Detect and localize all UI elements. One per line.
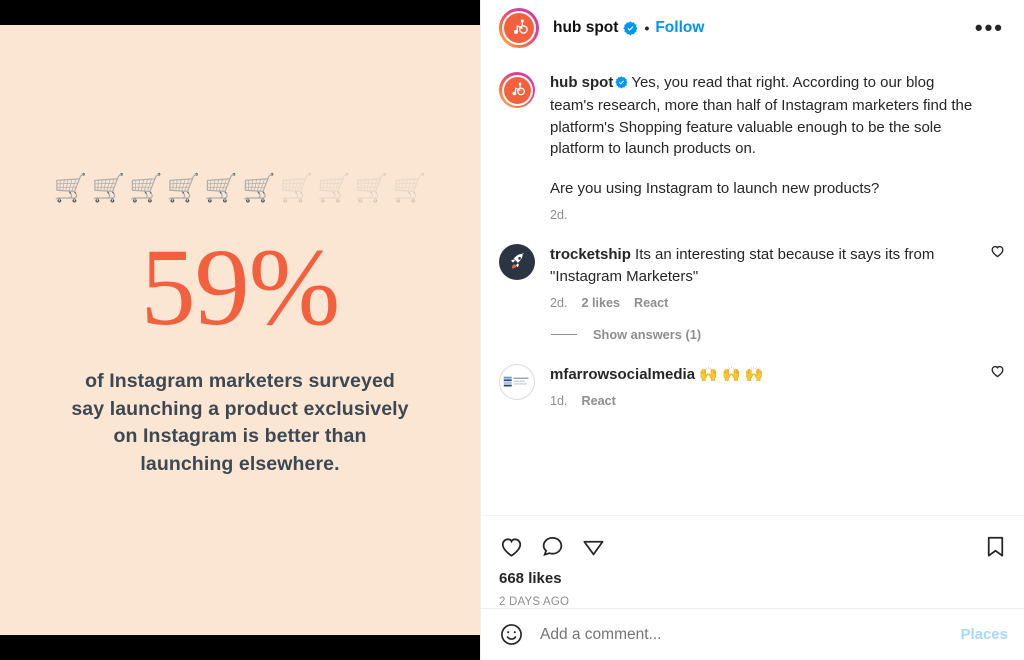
comment-body: 🙌 🙌 🙌: [699, 366, 764, 384]
caption-meta: 2d.: [550, 208, 974, 222]
shopping-cart-icon: 🛒: [53, 173, 88, 203]
post-caption: hub spot Yes, you read that right. Accor…: [499, 56, 1008, 222]
show-answers-label[interactable]: Show answers (1): [593, 327, 701, 342]
comment-username[interactable]: mfarrowsocialmedia: [550, 366, 695, 383]
share-icon[interactable]: [581, 534, 606, 559]
likes-count[interactable]: 668 likes: [499, 570, 1008, 587]
action-icon-row: [499, 526, 1008, 566]
caption-paragraph-1: Yes, you read that right. According to o…: [550, 74, 973, 157]
header-separator: •: [644, 20, 650, 36]
shopping-cart-icon-faded: 🛒: [317, 173, 351, 203]
comment-meta: 2d. 2 likes React: [550, 296, 974, 310]
comment-react-button[interactable]: React: [634, 296, 668, 310]
avatar[interactable]: [499, 72, 535, 108]
shopping-cart-icon-faded: 🛒: [279, 173, 314, 203]
caption-time: 2d.: [550, 208, 568, 223]
post-timestamp: 2 DAYS AGO: [499, 596, 570, 608]
comment-like-icon[interactable]: [989, 362, 1006, 384]
emoji-icon[interactable]: [499, 622, 524, 647]
comment-item: mfarrowsocialmedia 🙌 🙌 🙌 1d. React: [499, 342, 1008, 408]
comment-text: trocketship Its an interesting stat beca…: [550, 244, 974, 287]
save-icon[interactable]: [983, 534, 1008, 559]
follow-button[interactable]: Follow: [655, 19, 704, 37]
comment-meta: 1d. React: [550, 394, 974, 408]
post-image: 🛒 🛒 🛒 🛒 🛒 🛒 🛒 🛒 🛒 🛒 59% of Instagram mar…: [0, 25, 480, 635]
comment-text: mfarrowsocialmedia 🙌 🙌 🙌: [550, 364, 974, 385]
shopping-cart-icon: 🛒: [166, 173, 201, 203]
comment-time: 2d.: [550, 296, 568, 311]
shopping-cart-icon-faded: 🛒: [392, 173, 427, 203]
instagram-post: 🛒 🛒 🛒 🛒 🛒 🛒 🛒 🛒 🛒 🛒 59% of Instagram mar…: [0, 0, 1024, 660]
comment-composer[interactable]: Places: [481, 608, 1024, 660]
show-answers-button[interactable]: Show answers (1): [551, 327, 1008, 342]
comment-item: trocketship Its an interesting stat beca…: [499, 222, 1008, 310]
comment-input[interactable]: [538, 624, 961, 645]
more-options-icon[interactable]: •••: [975, 17, 1008, 39]
header-username-group[interactable]: hub spot: [553, 19, 638, 37]
places-button[interactable]: Places: [960, 626, 1008, 643]
comment-like-icon[interactable]: [989, 242, 1006, 264]
post-actions: 668 likes 2 DAYS AGO: [481, 515, 1024, 608]
caption-username[interactable]: hub spot: [550, 74, 613, 91]
hubspot-logo-icon: [503, 76, 531, 104]
stat-line: say launching a product exclusively: [71, 397, 409, 420]
shopping-cart-icon: 🛒: [242, 173, 276, 203]
header-username[interactable]: hub spot: [553, 19, 618, 37]
stat-line: of Instagram marketers surveyed: [85, 370, 395, 392]
comment-react-button[interactable]: React: [582, 394, 616, 408]
avatar[interactable]: [499, 244, 535, 281]
shopping-cart-icon: 🛒: [91, 173, 126, 203]
caption-paragraph-2: Are you using Instagram to launch new pr…: [550, 180, 880, 198]
comment-time: 1d.: [550, 394, 568, 409]
like-icon[interactable]: [499, 534, 524, 559]
stat-line: launching elsewhere.: [140, 453, 340, 476]
divider-line: [551, 334, 577, 336]
shopping-cart-icon: 🛒: [204, 173, 238, 203]
rocket-icon: [511, 252, 524, 269]
post-header: hub spot • Follow •••: [481, 0, 1024, 56]
comment-username[interactable]: trocketship: [550, 246, 631, 263]
cart-icon-row: 🛒 🛒 🛒 🛒 🛒 🛒 🛒 🛒 🛒 🛒: [40, 175, 440, 202]
stat-line: on Instagram is better than: [113, 425, 367, 448]
post-sidebar: hub spot • Follow ••• hub spot Yes, you …: [480, 0, 1024, 660]
hubspot-logo-icon: [504, 13, 534, 43]
mfarrow-logo-icon: [503, 376, 529, 387]
caption-text: hub spot Yes, you read that right. Accor…: [550, 72, 974, 199]
comments-list[interactable]: hub spot Yes, you read that right. Accor…: [481, 56, 1024, 515]
verified-badge-icon: [623, 20, 638, 36]
shopping-cart-icon-faded: 🛒: [354, 173, 389, 203]
post-media[interactable]: 🛒 🛒 🛒 🛒 🛒 🛒 🛒 🛒 🛒 🛒 59% of Instagram mar…: [0, 0, 480, 660]
comment-icon[interactable]: [540, 534, 565, 559]
shopping-cart-icon: 🛒: [129, 173, 163, 203]
comment-likes[interactable]: 2 likes: [582, 296, 621, 310]
stat-percentage: 59%: [140, 226, 341, 348]
stat-description: of Instagram marketers surveyed say laun…: [40, 368, 440, 479]
verified-badge-icon: [615, 74, 628, 95]
avatar[interactable]: [499, 8, 539, 48]
avatar[interactable]: [499, 364, 535, 401]
